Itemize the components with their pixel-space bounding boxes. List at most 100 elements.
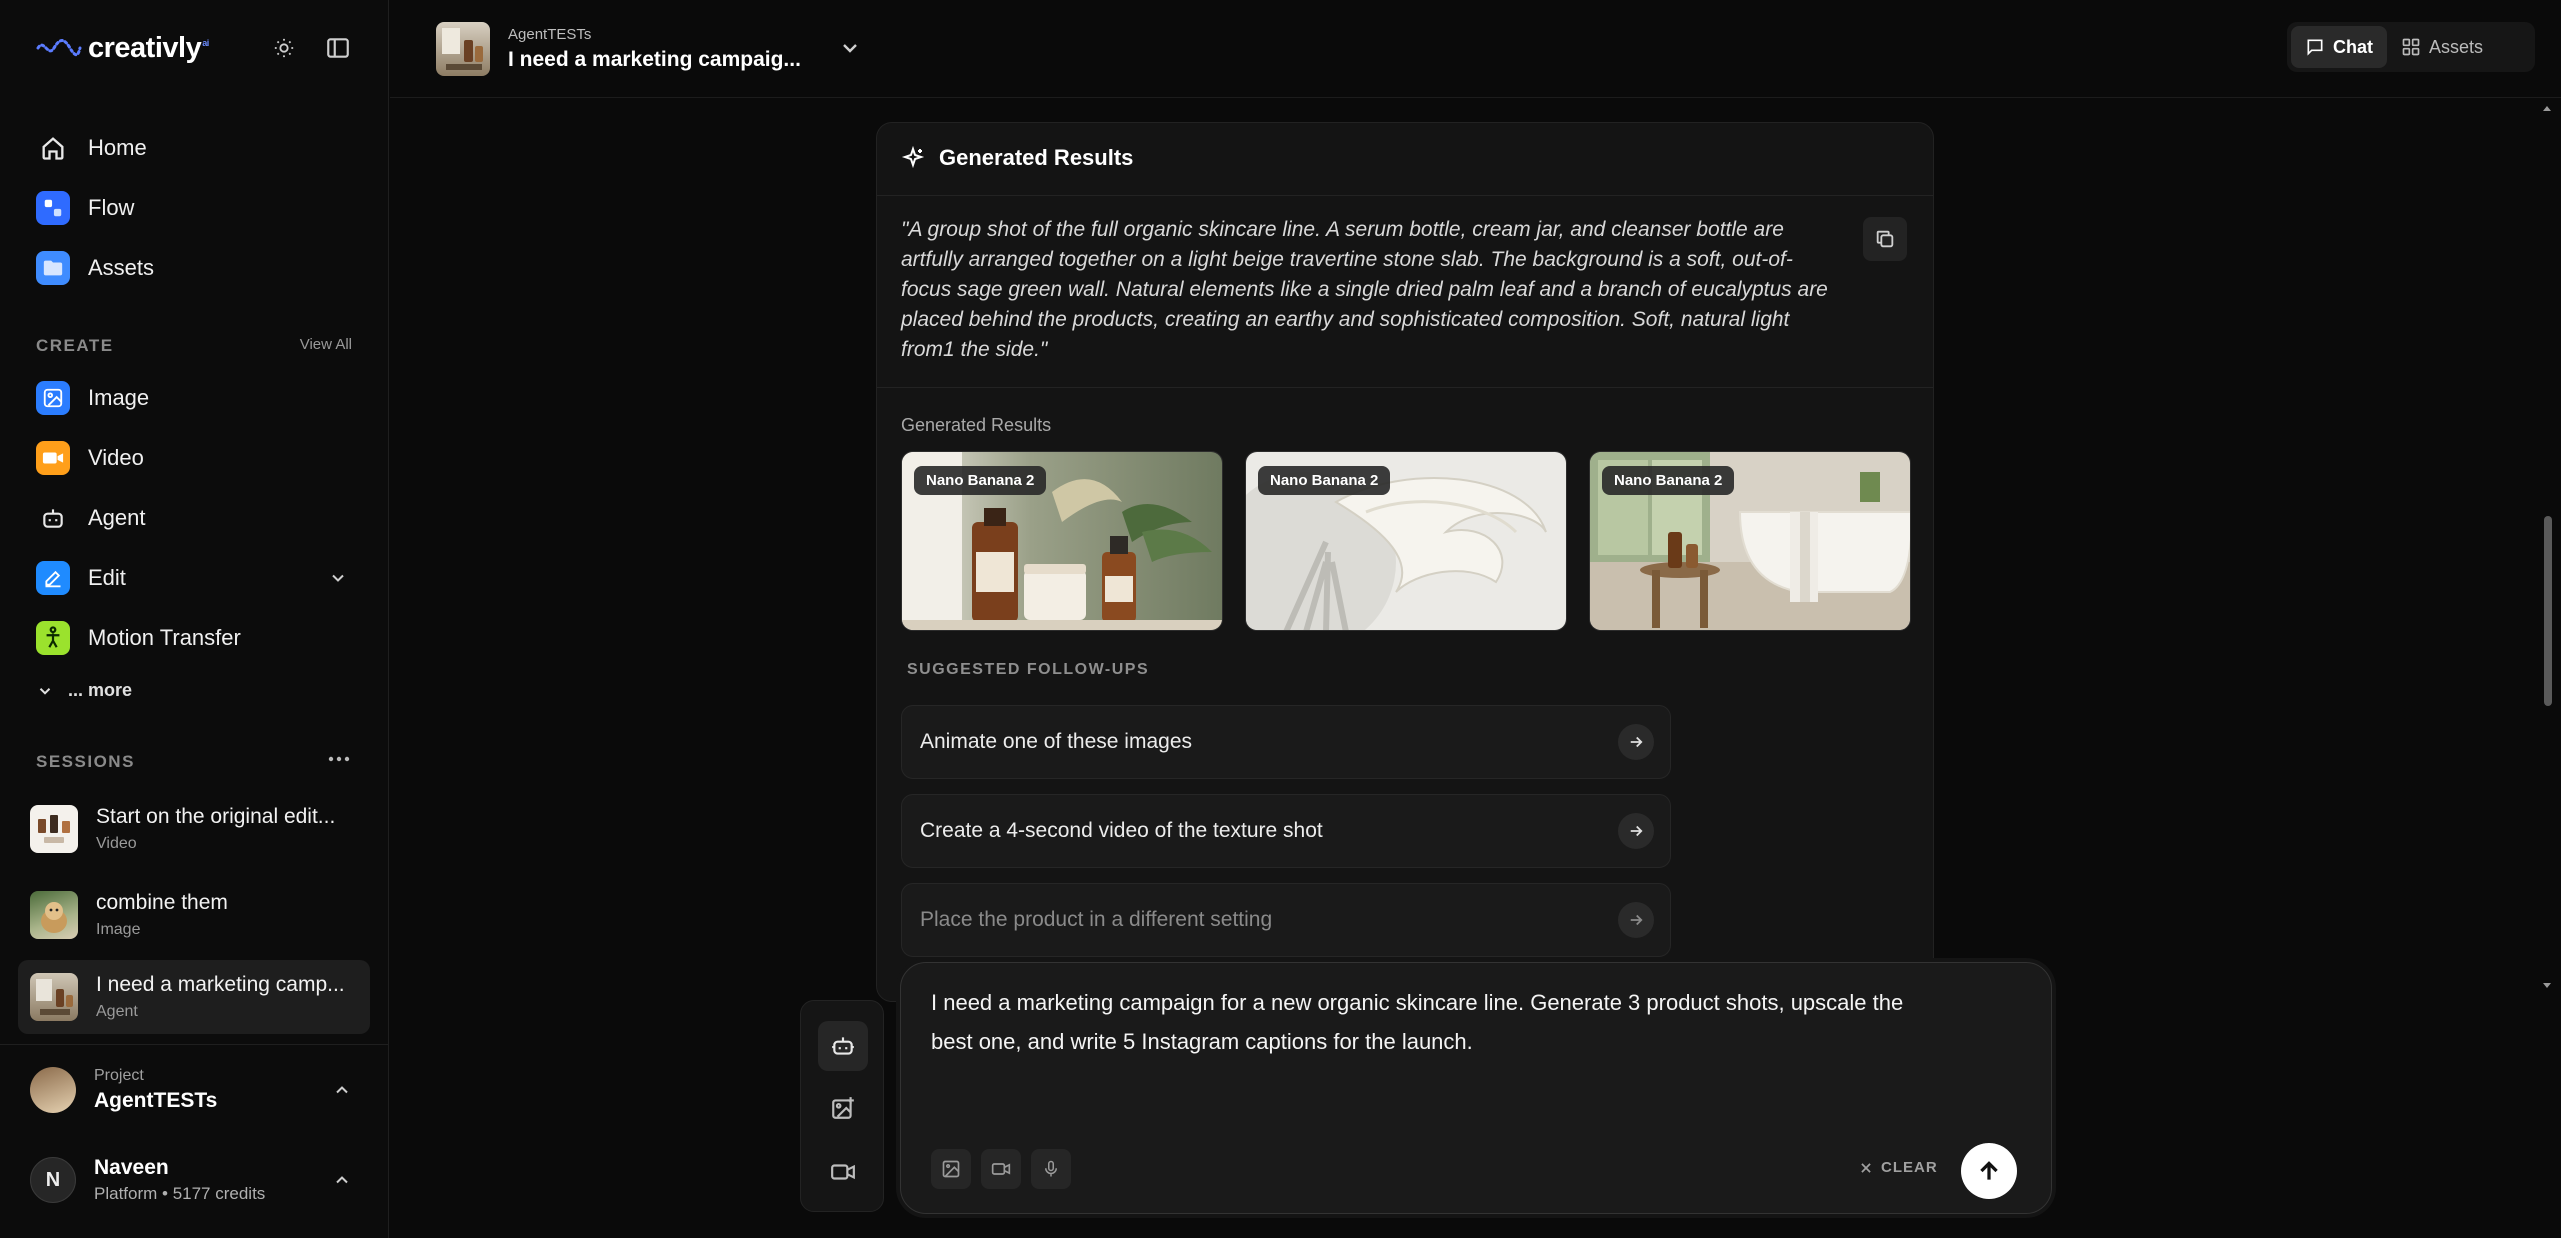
tab-label: Chat: [2333, 36, 2373, 57]
view-all-link[interactable]: View All: [300, 336, 352, 353]
sidebar-item-label: Edit: [88, 565, 126, 590]
sidebar-item-label: Motion Transfer: [88, 625, 241, 650]
video-camera-icon: [831, 1164, 855, 1180]
user-name: Naveen: [94, 1156, 169, 1179]
generated-results-card: Generated Results "A group shot of the f…: [876, 122, 1934, 1002]
scrollbar[interactable]: [2540, 100, 2554, 996]
arrow-right-icon: [1618, 813, 1654, 849]
microphone-icon: [1045, 1160, 1057, 1177]
sidebar-item-label: Home: [88, 135, 147, 160]
sidebar-item-label: Flow: [88, 195, 135, 220]
image-icon: [36, 381, 70, 415]
conversation-thumbnail: [436, 22, 490, 76]
generated-image[interactable]: Nano Banana 2: [1245, 451, 1567, 631]
generated-image[interactable]: Nano Banana 2: [1589, 451, 1911, 631]
grid-icon: [2402, 38, 2420, 56]
app-name: creativlyai: [88, 31, 209, 64]
send-button[interactable]: [1961, 1143, 2017, 1199]
sidebar-item-edit[interactable]: Edit: [18, 552, 370, 604]
message-composer[interactable]: I need a marketing campaign for a new or…: [900, 962, 2052, 1214]
session-type: Image: [96, 921, 141, 938]
session-thumbnail: [30, 805, 78, 853]
images-label: Generated Results: [901, 415, 1052, 435]
chevron-up-icon: [336, 1176, 348, 1184]
close-icon: [1861, 1162, 1871, 1173]
sidebar-item-video[interactable]: Video: [18, 432, 370, 484]
project-name: AgentTESTs: [94, 1089, 218, 1112]
copy-prompt-button[interactable]: [1863, 217, 1907, 261]
chat-bubble-icon: [2307, 39, 2323, 56]
figure-icon: [36, 621, 70, 655]
divider: [877, 387, 1933, 388]
followup-text: Create a 4-second video of the texture s…: [920, 819, 1323, 842]
video-mode-button[interactable]: [818, 1147, 868, 1197]
session-thumbnail: [30, 891, 78, 939]
tab-label: Assets: [2429, 36, 2484, 57]
sessions-menu-button[interactable]: [328, 752, 350, 771]
followups-heading: SUGGESTED FOLLOW-UPS: [907, 661, 1150, 678]
app-logo[interactable]: creativlyai: [36, 28, 209, 68]
attach-video-button[interactable]: [981, 1149, 1021, 1189]
user-menu[interactable]: N Naveen Platform • 5177 credits: [18, 1144, 370, 1216]
sun-icon: [274, 38, 294, 58]
sidebar-item-motion-transfer[interactable]: Motion Transfer: [18, 612, 370, 664]
sidebar-item-home[interactable]: Home: [18, 122, 370, 174]
results-heading: Generated Results: [901, 145, 1133, 171]
attach-image-button[interactable]: [931, 1149, 971, 1189]
prompt-text: "A group shot of the full organic skinca…: [901, 218, 1828, 361]
collapse-sidebar-button[interactable]: [320, 30, 356, 66]
project-label: Project: [94, 1067, 144, 1084]
session-item-active[interactable]: I need a marketing camp... Agent: [18, 960, 370, 1034]
logo-mark-icon: [36, 39, 82, 57]
tab-assets[interactable]: Assets: [2387, 26, 2497, 68]
session-item[interactable]: Start on the original edit... Video: [18, 792, 370, 866]
followup-suggestion[interactable]: Create a 4-second video of the texture s…: [901, 794, 1671, 868]
project-switcher[interactable]: Project AgentTESTs: [18, 1054, 370, 1126]
results-heading-text: Generated Results: [939, 145, 1134, 170]
session-thumbnail: [30, 973, 78, 1021]
followup-suggestion[interactable]: Animate one of these images: [901, 705, 1671, 779]
image-mode-button[interactable]: [818, 1083, 868, 1133]
sidebar-item-label: Video: [88, 445, 144, 470]
home-icon: [36, 131, 70, 165]
clear-label: CLEAR: [1881, 1159, 1938, 1176]
arrow-right-icon: [1618, 724, 1654, 760]
voice-input-button[interactable]: [1031, 1149, 1071, 1189]
followup-text: Animate one of these images: [920, 730, 1192, 753]
image-upload-icon: [942, 1160, 960, 1178]
theme-toggle-button[interactable]: [266, 30, 302, 66]
robot-icon: [36, 501, 70, 535]
scroll-down-icon[interactable]: [2541, 980, 2553, 992]
more-horizontal-icon: [328, 756, 350, 762]
sidebar-item-image[interactable]: Image: [18, 372, 370, 424]
followup-text: Place the product in a different setting: [920, 908, 1273, 931]
video-icon: [36, 441, 70, 475]
followup-suggestion[interactable]: Place the product in a different setting: [901, 883, 1671, 957]
chevron-down-icon: [39, 687, 51, 695]
chevron-down-icon[interactable]: [328, 568, 348, 588]
sidebar-item-agent[interactable]: Agent: [18, 492, 370, 544]
session-item[interactable]: combine them Image: [18, 878, 370, 952]
session-title: combine them: [96, 891, 228, 914]
scroll-up-icon[interactable]: [2541, 102, 2553, 114]
view-switcher: Chat Assets: [2287, 22, 2535, 72]
create-section-heading: CREATE: [36, 336, 114, 355]
model-badge: Nano Banana 2: [1258, 466, 1391, 495]
agent-mode-button[interactable]: [818, 1021, 868, 1071]
sidebar-item-label: Assets: [88, 255, 155, 280]
arrow-right-icon: [1618, 902, 1654, 938]
message-input[interactable]: I need a marketing campaign for a new or…: [931, 983, 1931, 1061]
conversation-title[interactable]: I need a marketing campaig...: [508, 48, 808, 72]
sidebar-item-assets[interactable]: Assets: [18, 242, 370, 294]
chevron-down-icon[interactable]: [838, 36, 862, 60]
more-toggle[interactable]: ... more: [36, 680, 132, 701]
generated-image[interactable]: Nano Banana 2: [901, 451, 1223, 631]
mode-rail: [800, 1000, 884, 1212]
pencil-icon: [36, 561, 70, 595]
scrollbar-thumb[interactable]: [2544, 516, 2552, 706]
folder-icon: [36, 251, 70, 285]
sidebar-item-flow[interactable]: Flow: [18, 182, 370, 234]
divider: [877, 195, 1933, 196]
tab-chat[interactable]: Chat: [2291, 26, 2387, 68]
clear-button[interactable]: CLEAR: [1859, 1159, 1938, 1176]
